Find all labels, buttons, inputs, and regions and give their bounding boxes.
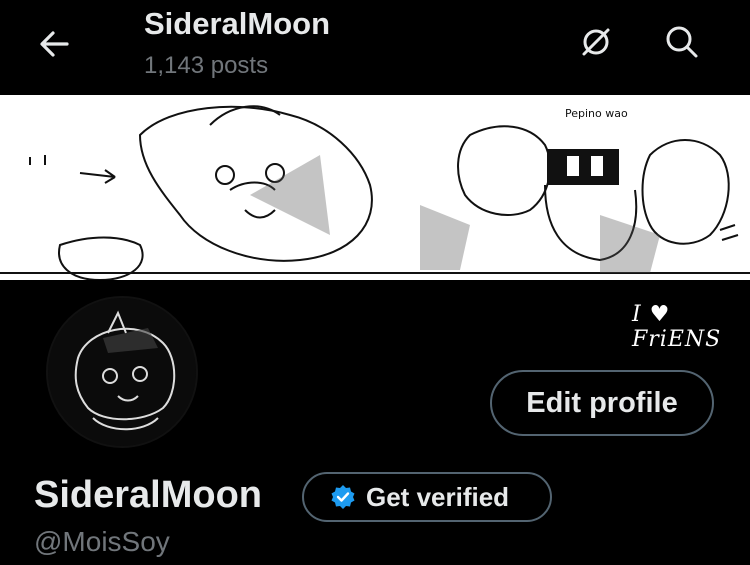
search-icon[interactable]: [662, 22, 702, 62]
top-bar: SideralMoon 1,143 posts: [0, 0, 750, 95]
banner-caption-bottom: I ♥ FriENS: [632, 302, 722, 352]
header-title: SideralMoon: [144, 6, 331, 41]
get-verified-button[interactable]: Get verified: [302, 472, 552, 522]
sync-off-icon[interactable]: [576, 22, 616, 62]
get-verified-label: Get verified: [366, 481, 510, 512]
banner-caption-top: Pepino wao: [565, 107, 628, 120]
profile-handle: @MoisSoy: [34, 526, 170, 557]
avatar[interactable]: [46, 296, 198, 448]
avatar-sketch: [48, 298, 196, 446]
edit-profile-button[interactable]: Edit profile: [490, 370, 714, 436]
arrow-left-icon[interactable]: [34, 24, 74, 64]
banner-sketch: Pepino wao: [0, 95, 750, 280]
profile-display-name: SideralMoon: [34, 474, 263, 516]
profile-banner[interactable]: Pepino wao: [0, 95, 750, 280]
verified-badge-icon: [331, 485, 355, 509]
posts-count: 1,143 posts: [144, 52, 269, 79]
